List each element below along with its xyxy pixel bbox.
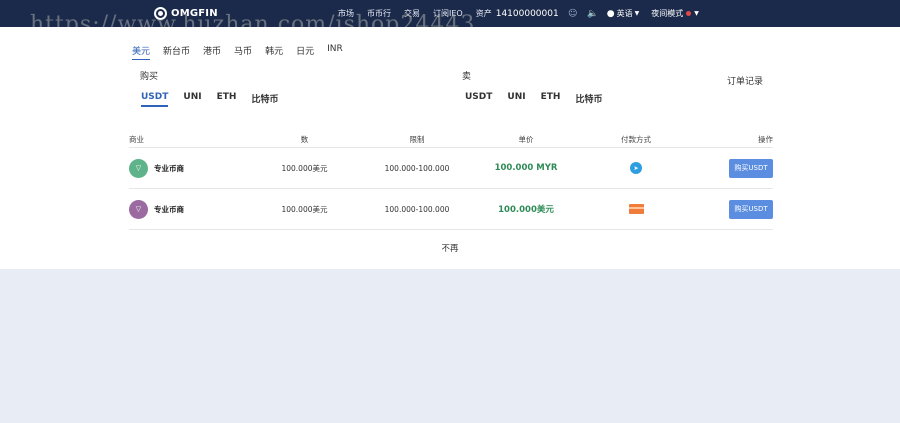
limit-cell: 100.000-100.000 xyxy=(384,163,450,173)
nav-coin-trade[interactable]: 币币行 xyxy=(367,8,391,19)
night-mode-label: 夜间模式 xyxy=(651,9,684,18)
nav-menu: 市场 币币行 交易 订阅IEO 资产 14100000001 ☺ 🔈 ● 英语 … xyxy=(338,0,699,27)
tab-inr[interactable]: INR xyxy=(327,44,343,60)
col-payment: 付款方式 xyxy=(621,134,651,144)
buy-usdt-button[interactable]: 购买USDT xyxy=(729,199,773,219)
col-merchant: 商业 xyxy=(129,134,144,144)
buy-coin-tabs: USDT UNI ETH 比特币 xyxy=(141,92,293,107)
bank-card-icon xyxy=(628,204,644,214)
otc-panel: 美元 新台币 港币 马币 韩元 日元 INR 购买 卖 订单记录 USDT UN… xyxy=(0,27,900,269)
currency-tabs: 美元 新台币 港币 马币 韩元 日元 INR xyxy=(132,44,356,60)
merchant-name: 专业币商 xyxy=(154,163,184,173)
tab-myr[interactable]: 马币 xyxy=(234,44,252,60)
merchant-name: 专业币商 xyxy=(154,204,184,214)
table-row: ▽ 专业币商 100.000美元 100.000-100.000 100.000… xyxy=(129,189,773,230)
sell-section-label: 卖 xyxy=(462,72,472,82)
night-mode-toggle[interactable]: 夜间模式 ▼ xyxy=(651,8,699,19)
buy-tab-usdt[interactable]: USDT xyxy=(141,92,169,107)
table-header: 商业 数 限制 单价 付款方式 操作 xyxy=(129,131,773,148)
col-price: 单价 xyxy=(518,134,534,144)
nav-ieo[interactable]: 订阅IEO xyxy=(433,8,463,19)
language-label: 英语 xyxy=(616,9,633,18)
logo-icon xyxy=(154,7,167,20)
limit-cell: 100.000-100.000 xyxy=(384,204,450,214)
amount-cell: 100.000美元 xyxy=(281,204,328,214)
sell-tab-uni[interactable]: UNI xyxy=(507,92,525,107)
top-navigation-bar: OMGFIN 市场 币币行 交易 订阅IEO 资产 14100000001 ☺ … xyxy=(0,0,900,27)
sell-tab-usdt[interactable]: USDT xyxy=(465,92,492,107)
price-cell: 100.000美元 xyxy=(498,205,554,215)
amount-cell: 100.000美元 xyxy=(281,163,328,173)
status-dot-icon xyxy=(686,11,692,16)
tab-jpy[interactable]: 日元 xyxy=(296,44,314,60)
no-more-text: 不再 xyxy=(441,244,459,254)
telegram-icon: ➤ xyxy=(630,162,642,174)
tab-twd[interactable]: 新台币 xyxy=(163,44,190,60)
tab-hkd[interactable]: 港币 xyxy=(203,44,221,60)
caret-down-icon: ▼ xyxy=(634,10,640,17)
buy-tab-btc[interactable]: 比特币 xyxy=(251,92,278,107)
nav-market[interactable]: 市场 xyxy=(338,8,354,19)
table-row: ▽ 专业币商 100.000美元 100.000-100.000 100.000… xyxy=(129,148,773,189)
logo[interactable]: OMGFIN xyxy=(154,5,218,22)
caret-down-icon: ▼ xyxy=(694,10,699,17)
buy-section-label: 购买 xyxy=(140,72,159,82)
buy-tab-uni[interactable]: UNI xyxy=(183,92,201,107)
price-cell: 100.000 MYR xyxy=(494,163,558,173)
merchant-avatar: ▽ xyxy=(129,158,148,178)
sell-coin-tabs: USDT UNI ETH 比特币 xyxy=(465,92,617,107)
speaker-icon[interactable]: 🔈 xyxy=(587,8,599,20)
account-balance: 14100000001 xyxy=(495,8,559,19)
language-selector[interactable]: ● 英语 ▼ xyxy=(607,8,639,19)
offers-table: 商业 数 限制 单价 付款方式 操作 ▽ 专业币商 100.000美元 100.… xyxy=(129,131,773,230)
sell-tab-btc[interactable]: 比特币 xyxy=(575,92,602,107)
col-limit: 限制 xyxy=(409,134,425,144)
merchant-avatar: ▽ xyxy=(129,199,148,219)
order-history-link[interactable]: 订单记录 xyxy=(727,74,763,87)
buy-tab-eth[interactable]: ETH xyxy=(217,92,237,107)
buy-usdt-button[interactable]: 购买USDT xyxy=(729,158,773,178)
sell-tab-eth[interactable]: ETH xyxy=(541,92,561,107)
col-amount: 数 xyxy=(300,134,309,144)
tab-krw[interactable]: 韩元 xyxy=(265,44,283,60)
col-action: 操作 xyxy=(758,134,773,144)
logo-text: OMGFIN xyxy=(171,8,218,19)
nav-assets[interactable]: 资产 xyxy=(476,8,492,19)
user-icon[interactable]: ☺ xyxy=(567,8,579,20)
nav-exchange[interactable]: 交易 xyxy=(404,8,420,19)
tab-usd[interactable]: 美元 xyxy=(132,44,151,60)
globe-icon: ● xyxy=(606,8,615,19)
